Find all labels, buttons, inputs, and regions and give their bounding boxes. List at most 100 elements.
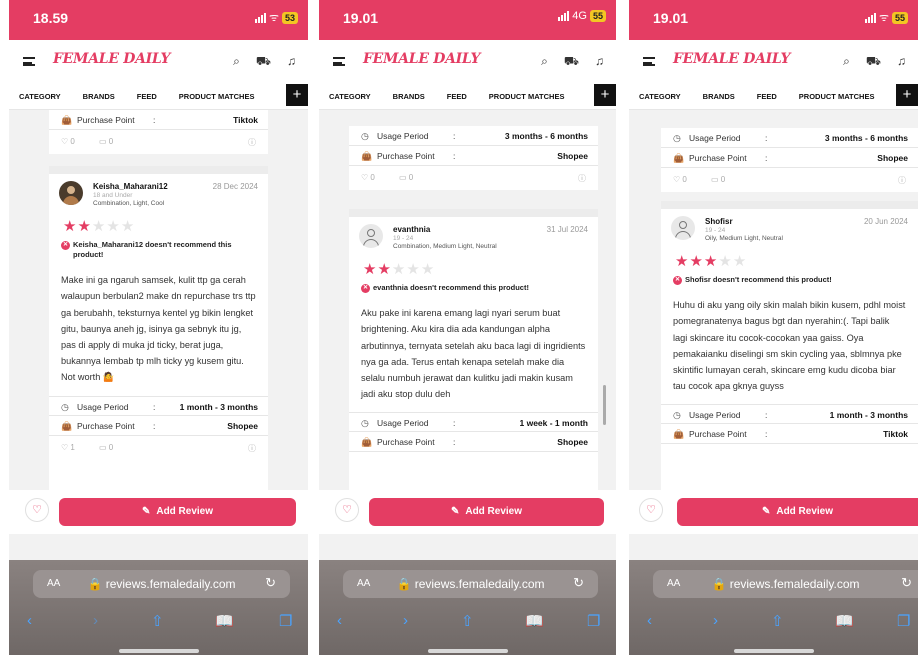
wishlist-heart-icon[interactable]: ♡ (25, 498, 49, 522)
review-date: 28 Dec 2024 (212, 182, 258, 191)
bookmarks-icon[interactable]: 📖 (215, 612, 234, 630)
like-count: 0 (370, 173, 375, 182)
browser-chrome: AA 🔒 reviews.femaledaily.com ↻ ‹ › ⇧ 📖 ❐ (319, 560, 616, 655)
review-feed[interactable]: ◷ Usage Period : 3 months - 6 months 👜 P… (319, 110, 616, 490)
comment-button[interactable]: ▭ 0 (99, 443, 113, 452)
tab-brands[interactable]: BRANDS (83, 92, 115, 101)
tabs-icon[interactable]: ❐ (279, 612, 292, 630)
site-logo[interactable]: FEMALE DAILY (673, 51, 791, 67)
share-icon[interactable]: ⇧ (461, 612, 474, 630)
forward-icon[interactable]: › (403, 612, 408, 629)
tab-category[interactable]: CATEGORY (639, 92, 681, 101)
tab-brands[interactable]: BRANDS (703, 92, 735, 101)
reload-icon[interactable]: ↻ (265, 575, 276, 591)
avatar[interactable] (59, 181, 83, 205)
add-review-button[interactable]: ✎ Add Review (59, 498, 296, 526)
back-icon[interactable]: ‹ (27, 612, 32, 629)
tab-category[interactable]: CATEGORY (19, 92, 61, 101)
info-icon[interactable]: ⓘ (248, 137, 256, 148)
tab-feed[interactable]: FEED (447, 92, 467, 101)
avatar[interactable] (359, 224, 383, 248)
wishlist-heart-icon[interactable]: ♡ (639, 498, 663, 522)
usage-period-row: ◷ Usage Period : 1 week - 1 month (349, 412, 598, 433)
info-icon[interactable]: ⓘ (248, 443, 256, 454)
status-indicators: 4G 55 (558, 10, 606, 22)
reviewer-name[interactable]: evanthnia (393, 225, 430, 234)
url-value: reviews.femaledaily.com (105, 577, 236, 591)
review-feed[interactable]: 👜 Purchase Point : Tiktok ♡ 0 ▭ 0 ⓘ Keis… (9, 110, 308, 490)
info-icon[interactable]: ⓘ (578, 173, 586, 184)
review-feed[interactable]: ◷ Usage Period : 3 months - 6 months 👜 P… (629, 110, 918, 490)
tabs-icon[interactable]: ❐ (897, 612, 910, 630)
comment-button[interactable]: ▭ 0 (399, 173, 413, 182)
like-button[interactable]: ♡ 0 (61, 137, 75, 146)
tabs-icon[interactable]: ❐ (587, 612, 600, 630)
tab-feed[interactable]: FEED (757, 92, 777, 101)
cart-icon[interactable]: ⛟ (866, 54, 881, 70)
share-icon[interactable]: ⇧ (151, 612, 164, 630)
bookmarks-icon[interactable]: 📖 (835, 612, 854, 630)
bell-icon[interactable]: ♫ (595, 54, 604, 70)
menu-icon[interactable] (333, 57, 345, 66)
tab-brands[interactable]: BRANDS (393, 92, 425, 101)
add-review-button[interactable]: ✎ Add Review (677, 498, 918, 526)
plus-button[interactable]: + (594, 84, 616, 106)
address-bar[interactable]: AA 🔒 reviews.femaledaily.com ↻ (33, 570, 290, 598)
share-icon[interactable]: ⇧ (771, 612, 784, 630)
menu-icon[interactable] (643, 57, 655, 66)
status-bar: 19.01 4G 55 (319, 0, 616, 40)
reload-icon[interactable]: ↻ (573, 575, 584, 591)
star-empty-icon: ★ (406, 261, 421, 278)
back-icon[interactable]: ‹ (647, 612, 652, 629)
scrollbar[interactable] (603, 385, 606, 425)
address-bar[interactable]: AA 🔒 reviews.femaledaily.com ↻ (343, 570, 598, 598)
cart-icon[interactable]: ⛟ (256, 54, 271, 70)
forward-icon[interactable]: › (713, 612, 718, 629)
menu-icon[interactable] (23, 57, 35, 66)
previous-review-card: ◷ Usage Period : 3 months - 6 months 👜 P… (661, 128, 918, 192)
top-navbar: FEMALE DAILY ⌕ ⛟ ♫ (9, 40, 308, 84)
bell-icon[interactable]: ♫ (287, 54, 296, 70)
info-icon[interactable]: ⓘ (898, 175, 906, 186)
avatar[interactable] (671, 216, 695, 240)
like-button[interactable]: ♡ 0 (673, 175, 687, 184)
reactions-row: ♡ 1 ▭ 0 ⓘ (49, 436, 268, 460)
tab-product-matches[interactable]: PRODUCT MATCHES (489, 92, 565, 101)
cart-icon[interactable]: ⛟ (564, 54, 579, 70)
bookmarks-icon[interactable]: 📖 (525, 612, 544, 630)
bell-icon[interactable]: ♫ (897, 54, 906, 70)
reload-icon[interactable]: ↻ (901, 575, 912, 591)
reviewer-name[interactable]: Keisha_Maharani12 (93, 182, 168, 191)
review-date: 31 Jul 2024 (546, 225, 588, 234)
clock-icon: ◷ (361, 131, 369, 141)
search-icon[interactable]: ⌕ (541, 54, 548, 70)
colon: : (453, 151, 456, 161)
tab-feed[interactable]: FEED (137, 92, 157, 101)
plus-button[interactable]: + (896, 84, 918, 106)
like-count: 1 (70, 442, 75, 452)
search-icon[interactable]: ⌕ (233, 54, 240, 70)
comment-count: 0 (720, 175, 726, 184)
site-logo[interactable]: FEMALE DAILY (53, 51, 171, 67)
forward-icon[interactable]: › (93, 612, 98, 629)
plus-button[interactable]: + (286, 84, 308, 106)
comment-button[interactable]: ▭ 0 (711, 175, 725, 184)
add-review-button[interactable]: ✎ Add Review (369, 498, 604, 526)
tab-product-matches[interactable]: PRODUCT MATCHES (799, 92, 875, 101)
back-icon[interactable]: ‹ (337, 612, 342, 629)
wishlist-heart-icon[interactable]: ♡ (335, 498, 359, 522)
tab-product-matches[interactable]: PRODUCT MATCHES (179, 92, 255, 101)
review-card: Shofisr 19 - 24 Oily, Medium Light, Neut… (661, 209, 918, 490)
tab-category[interactable]: CATEGORY (329, 92, 371, 101)
star-filled-icon: ★ (675, 253, 690, 270)
like-count: 0 (682, 175, 687, 184)
address-bar[interactable]: AA 🔒 reviews.femaledaily.com ↻ (653, 570, 918, 598)
search-icon[interactable]: ⌕ (843, 54, 850, 70)
reviewer-name[interactable]: Shofisr (705, 217, 733, 226)
like-button[interactable]: ♡ 1 (61, 443, 75, 452)
battery-level: 55 (589, 10, 606, 22)
site-logo[interactable]: FEMALE DAILY (363, 51, 481, 67)
browser-chrome: AA 🔒 reviews.femaledaily.com ↻ ‹ › ⇧ 📖 ❐ (9, 560, 308, 655)
like-button[interactable]: ♡ 0 (361, 173, 375, 182)
comment-button[interactable]: ▭ 0 (99, 137, 113, 146)
